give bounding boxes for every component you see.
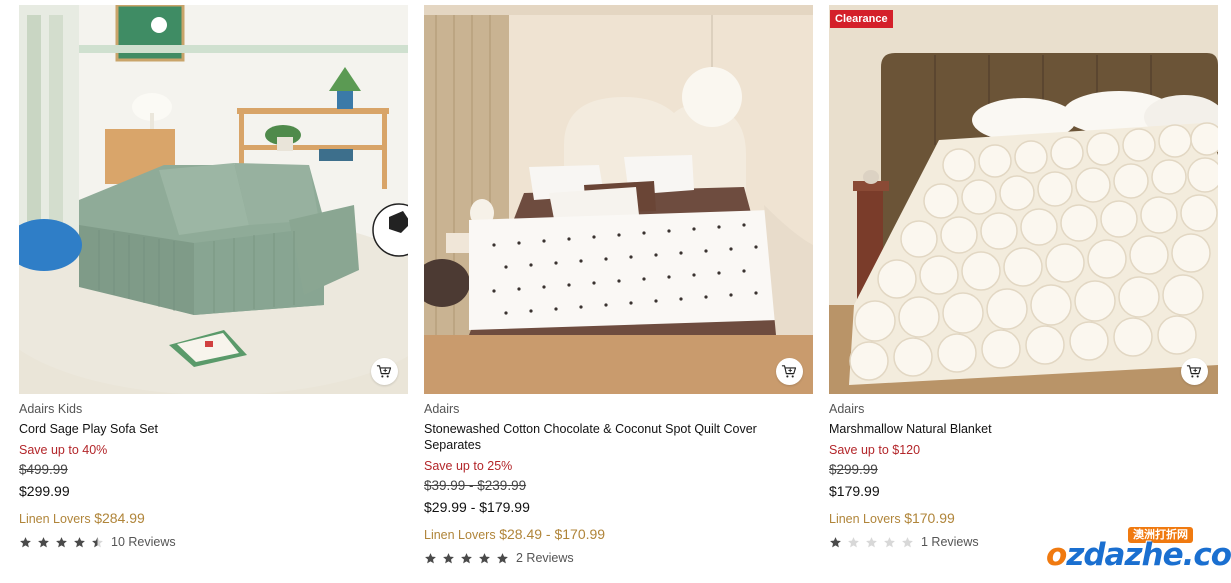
now-price: $299.99 <box>19 483 70 499</box>
save-text: Save up to 40% <box>19 443 108 457</box>
member-label: Linen Lovers <box>19 512 91 526</box>
rating-row[interactable]: 2 Reviews <box>424 551 813 565</box>
add-to-cart-button[interactable] <box>371 358 398 385</box>
member-price-row: Linen Lovers $284.99 <box>19 510 408 527</box>
star-icon <box>20 536 31 547</box>
member-price-row: Linen Lovers $28.49 - $170.99 <box>424 526 813 543</box>
add-to-cart-icon <box>376 365 392 378</box>
star-icon <box>425 552 436 563</box>
marshmallow-blanket-photo <box>829 5 1218 394</box>
star-icon <box>56 536 67 547</box>
product-image[interactable]: Clearance <box>829 5 1218 394</box>
product-title[interactable]: Stonewashed Cotton Chocolate & Coconut S… <box>424 421 813 453</box>
now-price: $179.99 <box>829 483 880 499</box>
star-icon <box>884 536 895 547</box>
star-icon <box>479 552 490 563</box>
play-sofa-photo <box>19 5 408 394</box>
star-rating <box>424 552 509 565</box>
product-card[interactable]: Adairs Kids Cord Sage Play Sofa Set Save… <box>19 5 408 549</box>
member-price: $284.99 <box>94 510 145 526</box>
member-price: $28.49 - $170.99 <box>499 526 606 542</box>
star-icon <box>74 536 85 547</box>
product-brand: Adairs Kids <box>19 402 83 416</box>
star-rating <box>19 536 104 549</box>
star-icon <box>866 536 877 547</box>
product-grid: Adairs Kids Cord Sage Play Sofa Set Save… <box>0 5 1231 583</box>
member-label: Linen Lovers <box>829 512 901 526</box>
add-to-cart-button[interactable] <box>1181 358 1208 385</box>
watermark-en-text: ozdazhe.com <box>1046 537 1231 573</box>
product-brand: Adairs <box>424 402 460 416</box>
save-text: Save up to 25% <box>424 459 513 473</box>
star-icon <box>92 536 103 547</box>
product-image[interactable] <box>424 5 813 394</box>
member-price-row: Linen Lovers $170.99 <box>829 510 1218 527</box>
add-to-cart-button[interactable] <box>776 358 803 385</box>
star-rating <box>829 536 914 549</box>
star-icon <box>38 536 49 547</box>
product-image[interactable] <box>19 5 408 394</box>
member-price: $170.99 <box>904 510 955 526</box>
member-label: Linen Lovers <box>424 528 496 542</box>
add-to-cart-icon <box>781 365 797 378</box>
quilt-cover-photo <box>424 5 813 394</box>
was-price: $299.99 <box>829 462 878 477</box>
clearance-badge: Clearance <box>830 10 893 28</box>
watermark-logo: 澳洲打折网 ozdazhe.com <box>1046 527 1231 575</box>
star-icon <box>830 536 841 547</box>
star-icon <box>848 536 859 547</box>
add-to-cart-icon <box>1186 365 1202 378</box>
review-count[interactable]: 10 Reviews <box>111 535 176 549</box>
product-card[interactable]: Adairs Stonewashed Cotton Chocolate & Co… <box>424 5 813 565</box>
star-icon <box>497 552 508 563</box>
star-icon <box>443 552 454 563</box>
was-price: $39.99 - $239.99 <box>424 478 527 493</box>
star-icon <box>461 552 472 563</box>
rating-row[interactable]: 10 Reviews <box>19 535 408 549</box>
product-title[interactable]: Marshmallow Natural Blanket <box>829 421 1218 437</box>
was-price: $499.99 <box>19 462 68 477</box>
review-count[interactable]: 1 Reviews <box>921 535 979 549</box>
product-title[interactable]: Cord Sage Play Sofa Set <box>19 421 408 437</box>
product-brand: Adairs <box>829 402 865 416</box>
product-card[interactable]: Clearance Adairs Marshmallow Natural Bla… <box>829 5 1218 549</box>
save-text: Save up to $120 <box>829 443 921 457</box>
now-price: $29.99 - $179.99 <box>424 499 530 515</box>
review-count[interactable]: 2 Reviews <box>516 551 574 565</box>
star-icon <box>902 536 913 547</box>
